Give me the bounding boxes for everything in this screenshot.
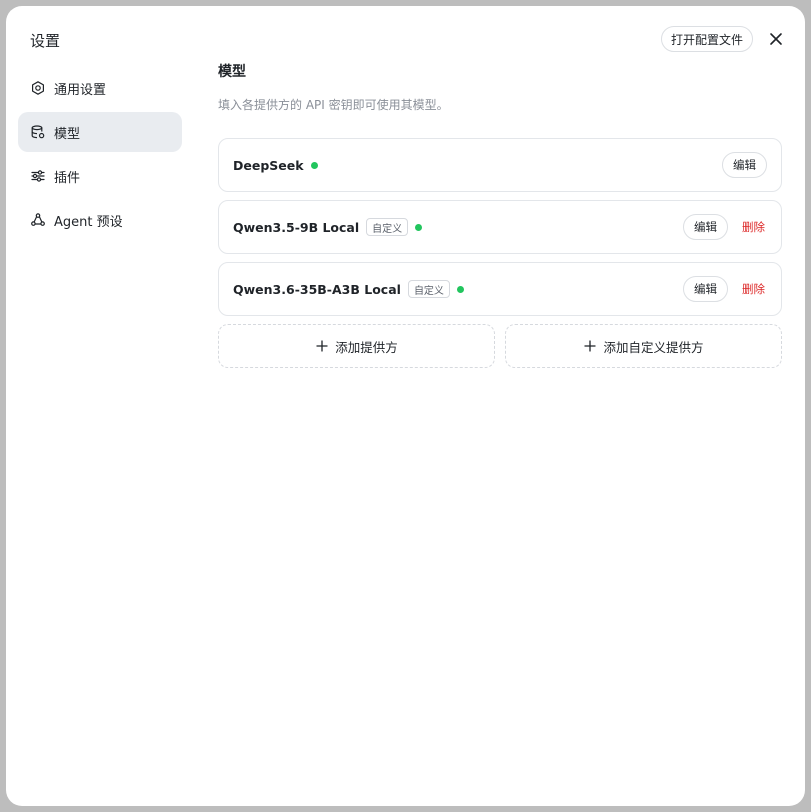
add-custom-provider-label: 添加自定义提供方 [603, 339, 704, 355]
status-indicator [456, 285, 464, 293]
provider-name: DeepSeek [233, 157, 304, 173]
sidebar-item-models[interactable]: 模型 [18, 112, 182, 152]
sidebar-item-label: 模型 [54, 126, 81, 142]
custom-badge: 自定义 [366, 218, 409, 236]
sidebar-item-label: Agent 预设 [54, 214, 123, 230]
sidebar-item-label: 插件 [54, 170, 81, 186]
add-custom-provider-button[interactable]: 添加自定义提供方 [505, 324, 782, 368]
sliders-icon [30, 168, 46, 184]
agent-icon [30, 212, 46, 228]
delete-button[interactable]: 删除 [740, 219, 767, 235]
card-actions: 编辑 删除 [683, 214, 767, 240]
sidebar-item-general[interactable]: 通用设置 [18, 68, 182, 108]
plus-icon [315, 339, 329, 353]
custom-badge: 自定义 [407, 280, 450, 298]
models-panel: 模型 填入各提供方的 API 密钥即可使用其模型。 DeepSeek 编辑 Qw… [218, 62, 782, 368]
add-provider-row: 添加提供方 添加自定义提供方 [218, 324, 782, 368]
provider-list: DeepSeek 编辑 Qwen3.5-9B Local 自定义 编辑 删除 Q… [218, 138, 782, 316]
gear-icon [30, 80, 46, 96]
database-icon [30, 124, 46, 140]
close-icon [770, 33, 782, 45]
header-actions: 打开配置文件 [660, 26, 787, 52]
add-provider-button[interactable]: 添加提供方 [218, 324, 495, 368]
provider-card-qwen35-9b: Qwen3.5-9B Local 自定义 编辑 删除 [218, 200, 782, 254]
section-description: 填入各提供方的 API 密钥即可使用其模型。 [218, 98, 449, 112]
edit-button[interactable]: 编辑 [722, 152, 767, 178]
provider-card-qwen36-35b: Qwen3.6-35B-A3B Local 自定义 编辑 删除 [218, 262, 782, 316]
settings-dialog: 设置 打开配置文件 通用设置 模型 插件 Agent 预设 模型 填入各提供方的… [6, 6, 805, 806]
provider-name: Qwen3.6-35B-A3B Local [233, 281, 401, 297]
provider-card-deepseek: DeepSeek 编辑 [218, 138, 782, 192]
delete-button[interactable]: 删除 [740, 281, 767, 297]
open-config-button[interactable]: 打开配置文件 [660, 26, 753, 52]
add-provider-label: 添加提供方 [335, 339, 398, 355]
status-indicator [310, 161, 318, 169]
screen-background: 设置 打开配置文件 通用设置 模型 插件 Agent 预设 模型 填入各提供方的… [0, 0, 811, 812]
sidebar-item-plugins[interactable]: 插件 [18, 156, 182, 196]
card-actions: 编辑 [722, 152, 767, 178]
plus-icon [583, 339, 597, 353]
dialog-title: 设置 [30, 32, 61, 50]
sidebar-item-label: 通用设置 [54, 82, 107, 98]
provider-name: Qwen3.5-9B Local [233, 219, 360, 235]
sidebar-item-agent-presets[interactable]: Agent 预设 [18, 200, 182, 240]
edit-button[interactable]: 编辑 [683, 214, 728, 240]
edit-button[interactable]: 编辑 [683, 276, 728, 302]
card-actions: 编辑 删除 [683, 276, 767, 302]
settings-sidebar: 通用设置 模型 插件 Agent 预设 [18, 68, 182, 244]
close-button[interactable] [765, 28, 787, 50]
section-title: 模型 [218, 64, 246, 80]
status-indicator [415, 223, 423, 231]
